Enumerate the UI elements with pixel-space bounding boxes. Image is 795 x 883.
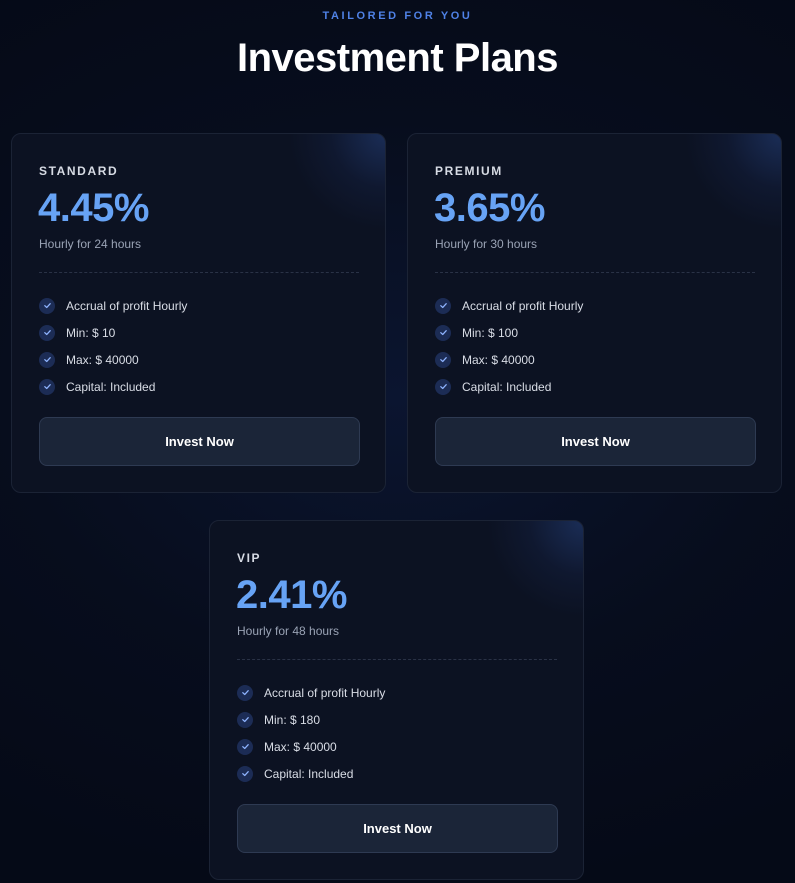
feature-item: Accrual of profit Hourly (237, 679, 385, 706)
check-icon (237, 738, 253, 755)
feature-item: Min: $ 10 (39, 319, 187, 346)
plan-rate: 2.41% (236, 573, 347, 617)
feature-text: Accrual of profit Hourly (264, 685, 386, 700)
invest-now-button[interactable]: Invest Now (237, 804, 558, 853)
feature-text: Max: $ 40000 (264, 739, 337, 754)
feature-list: Accrual of profit Hourly Min: $ 100 Max:… (435, 292, 583, 400)
check-icon (39, 324, 55, 341)
check-icon (39, 351, 55, 368)
plan-rate: 3.65% (434, 186, 545, 230)
plan-name: STANDARD (39, 164, 119, 178)
feature-item: Capital: Included (237, 760, 385, 787)
feature-text: Max: $ 40000 (66, 352, 139, 367)
section-eyebrow: TAILORED FOR YOU (322, 10, 473, 22)
check-icon (435, 324, 451, 341)
feature-text: Max: $ 40000 (462, 352, 535, 367)
feature-item: Min: $ 100 (435, 319, 583, 346)
feature-list: Accrual of profit Hourly Min: $ 180 Max:… (237, 679, 385, 787)
plan-period: Hourly for 24 hours (39, 237, 142, 251)
plan-card-vip: VIP 2.41% Hourly for 48 hours Accrual of… (209, 520, 584, 880)
plan-card-premium: PREMIUM 3.65% Hourly for 30 hours Accrua… (407, 133, 782, 493)
plan-card-standard: STANDARD 4.45% Hourly for 24 hours Accru… (11, 133, 386, 493)
plan-period: Hourly for 30 hours (435, 237, 538, 251)
feature-list: Accrual of profit Hourly Min: $ 10 Max: … (39, 292, 187, 400)
check-icon (237, 711, 253, 728)
divider (435, 272, 755, 273)
divider (39, 272, 359, 273)
feature-text: Min: $ 180 (264, 712, 321, 727)
check-icon (237, 684, 253, 701)
feature-text: Capital: Included (462, 379, 552, 394)
invest-now-button[interactable]: Invest Now (39, 417, 360, 466)
feature-text: Capital: Included (66, 379, 156, 394)
feature-text: Min: $ 10 (66, 325, 116, 340)
feature-item: Min: $ 180 (237, 706, 385, 733)
plan-name: VIP (237, 551, 262, 565)
check-icon (39, 378, 55, 395)
feature-text: Capital: Included (264, 766, 354, 781)
invest-now-button[interactable]: Invest Now (435, 417, 756, 466)
check-icon (237, 765, 253, 782)
page-title: Investment Plans (236, 36, 559, 80)
plan-name: PREMIUM (435, 164, 503, 178)
feature-item: Max: $ 40000 (39, 346, 187, 373)
plan-rate: 4.45% (38, 186, 149, 230)
feature-item: Capital: Included (39, 373, 187, 400)
divider (237, 659, 557, 660)
feature-text: Min: $ 100 (462, 325, 519, 340)
feature-item: Accrual of profit Hourly (39, 292, 187, 319)
feature-item: Max: $ 40000 (237, 733, 385, 760)
feature-text: Accrual of profit Hourly (66, 298, 188, 313)
feature-item: Accrual of profit Hourly (435, 292, 583, 319)
check-icon (435, 297, 451, 314)
check-icon (39, 297, 55, 314)
feature-item: Capital: Included (435, 373, 583, 400)
feature-item: Max: $ 40000 (435, 346, 583, 373)
plan-period: Hourly for 48 hours (237, 624, 340, 638)
feature-text: Accrual of profit Hourly (462, 298, 584, 313)
check-icon (435, 378, 451, 395)
check-icon (435, 351, 451, 368)
